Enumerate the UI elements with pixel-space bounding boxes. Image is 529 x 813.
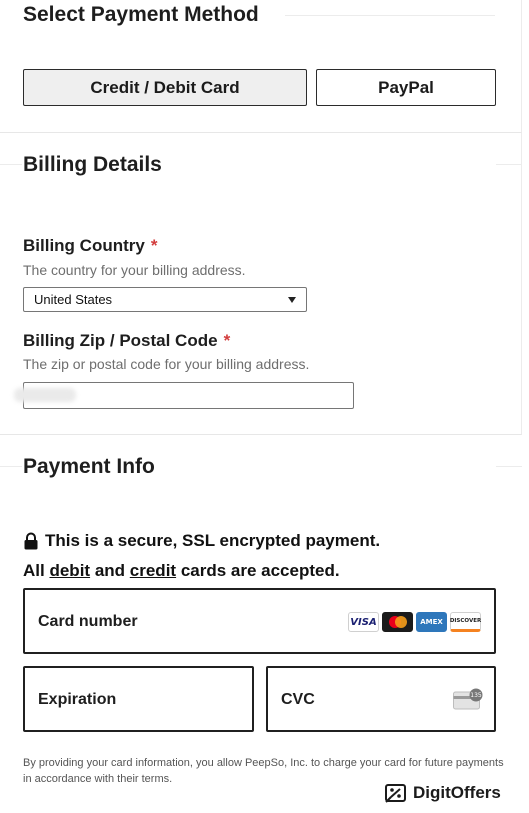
- cvc-card-icon: 135: [453, 688, 483, 710]
- credit-link[interactable]: credit: [130, 561, 176, 580]
- svg-text:135: 135: [470, 692, 482, 699]
- payment-info-title: Payment Info: [23, 455, 155, 478]
- paypal-button[interactable]: PayPal: [316, 69, 496, 106]
- mastercard-icon: [382, 612, 413, 632]
- paypal-label: PayPal: [378, 77, 434, 97]
- secure-text: This is a secure, SSL encrypted payment.: [45, 531, 381, 550]
- required-mark: *: [223, 331, 231, 350]
- billing-country-help: The country for your billing address.: [23, 262, 246, 278]
- discover-icon: DISCOVER: [450, 612, 481, 632]
- expiration-field[interactable]: Expiration: [23, 666, 254, 732]
- payment-method-title: Select Payment Method: [23, 3, 259, 26]
- cvc-field[interactable]: CVC 135: [266, 666, 496, 732]
- divider: [496, 466, 522, 467]
- billing-details-title: Billing Details: [23, 153, 162, 176]
- payment-method-section: Select Payment Method Credit / Debit Car…: [0, 0, 522, 133]
- redacted-value: [14, 388, 76, 402]
- chevron-down-icon: [288, 296, 296, 303]
- amex-icon: AMEX: [416, 612, 447, 632]
- divider: [0, 164, 22, 165]
- debit-link[interactable]: debit: [49, 561, 90, 580]
- watermark-text: DigitOffers: [413, 783, 501, 802]
- accepted-cards-notice: All debit and credit cards are accepted.: [23, 561, 340, 580]
- divider: [496, 164, 522, 165]
- watermark-logo: DigitOffers: [385, 782, 501, 804]
- billing-zip-input[interactable]: [14, 382, 354, 409]
- billing-country-value: United States: [34, 292, 113, 307]
- visa-icon: VISA: [348, 612, 379, 632]
- billing-country-select[interactable]: United States: [23, 287, 307, 312]
- required-mark: *: [150, 236, 158, 255]
- divider: [285, 15, 495, 16]
- billing-zip-help: The zip or postal code for your billing …: [23, 356, 310, 372]
- billing-zip-label: Billing Zip / Postal Code *: [23, 331, 231, 350]
- cvc-label: CVC: [281, 691, 315, 708]
- card-number-label: Card number: [38, 613, 138, 630]
- lock-icon: [24, 532, 38, 550]
- credit-debit-card-label: Credit / Debit Card: [90, 77, 240, 97]
- expiration-label: Expiration: [38, 691, 117, 708]
- percent-icon: [385, 784, 406, 803]
- secure-payment-notice: This is a secure, SSL encrypted payment.: [23, 531, 380, 551]
- credit-debit-card-button[interactable]: Credit / Debit Card: [23, 69, 307, 106]
- divider: [0, 466, 22, 467]
- billing-country-label: Billing Country *: [23, 236, 158, 255]
- card-number-field[interactable]: Card number VISA AMEX DISCOVER: [23, 588, 496, 654]
